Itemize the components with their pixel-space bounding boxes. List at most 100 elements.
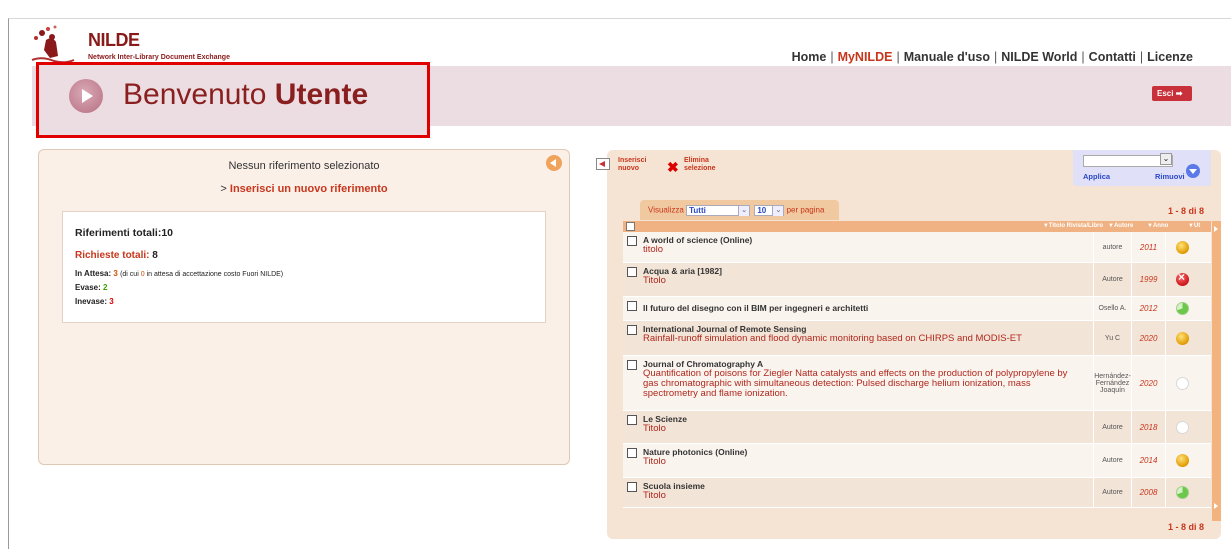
table-row[interactable]: Le Scienze Titolo Autore 2018: [623, 411, 1211, 444]
nav-separator: |: [1139, 50, 1144, 64]
scroll-arrow-icon[interactable]: [1214, 503, 1218, 509]
delete-selection-button[interactable]: Elimina selezione: [684, 157, 716, 173]
nav-manuale[interactable]: Manuale d'uso: [904, 50, 990, 64]
nav-home[interactable]: Home: [792, 50, 827, 64]
row-checkbox[interactable]: [627, 267, 637, 277]
sort-author-column[interactable]: ▼Autore: [1108, 223, 1133, 229]
row-author: Hernández-Fernández Joaquín: [1093, 356, 1131, 410]
apply-filter-button[interactable]: Applica: [1083, 172, 1110, 181]
pending-note: (di cui 0 in attesa di accettazione cost…: [120, 271, 283, 278]
stats-box: Riferimenti totali:10 Richieste totali: …: [62, 211, 546, 323]
status-fulfilled-icon[interactable]: [1176, 486, 1189, 499]
status-rejected-icon[interactable]: [1176, 270, 1189, 286]
fulfilled-label: Evase:: [75, 283, 101, 292]
status-pending-icon[interactable]: [1176, 454, 1189, 467]
row-checkbox[interactable]: [627, 415, 637, 425]
row-title[interactable]: A world of science (Online): [643, 235, 1085, 245]
show-label: Visualizza: [648, 205, 684, 215]
row-checkbox[interactable]: [627, 448, 637, 458]
table-row[interactable]: Acqua & aria [1982] Titolo Autore 1999: [623, 263, 1211, 297]
row-checkbox[interactable]: [627, 236, 637, 246]
logo-subtitle: Network Inter-Library Document Exchange: [88, 54, 230, 61]
row-author: autore: [1093, 232, 1131, 262]
insert-new-icon[interactable]: [596, 158, 610, 170]
insert-line2: nuovo: [618, 165, 639, 172]
status-pending-icon[interactable]: [1176, 331, 1189, 345]
new-reference-link[interactable]: Inserisci un nuovo riferimento: [230, 183, 388, 195]
table-row[interactable]: International Journal of Remote Sensing R…: [623, 321, 1211, 356]
row-subtitle: Quantification of poisons for Ziegler Na…: [643, 368, 1068, 399]
row-year: 2012: [1131, 297, 1165, 320]
row-title[interactable]: Acqua & aria [1982]: [643, 266, 1085, 276]
nilde-logo-icon[interactable]: [28, 24, 78, 64]
nav-nilde-world[interactable]: NILDE World: [1001, 50, 1077, 64]
fulfilled-stat: Evase: 2: [75, 283, 107, 292]
collapse-panel-icon[interactable]: [546, 155, 562, 171]
show-filter-value: Tutti: [689, 206, 706, 215]
unfulfilled-label: Inevase:: [75, 297, 108, 306]
scroll-arrow-icon[interactable]: [1214, 226, 1218, 232]
row-year: 2020: [1131, 321, 1165, 355]
arrow-right-icon: ➡: [1175, 89, 1183, 98]
status-fulfilled-icon[interactable]: [1176, 302, 1189, 315]
table-row[interactable]: Nature photonics (Online) Titolo Autore 2…: [623, 444, 1211, 478]
filter-toggle-icon[interactable]: [1186, 164, 1200, 178]
logout-button[interactable]: Esci ➡: [1152, 86, 1192, 101]
row-status: [1165, 321, 1199, 355]
table-row[interactable]: Journal of Chromatography A Quantificatio…: [623, 356, 1211, 411]
row-checkbox[interactable]: [627, 301, 637, 311]
row-title[interactable]: Nature photonics (Online): [643, 447, 1085, 457]
filter-box: Applica Rimuovi: [1073, 150, 1211, 186]
row-checkbox[interactable]: [627, 325, 637, 335]
row-status: [1165, 444, 1199, 477]
row-author: Autore: [1093, 478, 1131, 507]
row-year: 2011: [1131, 232, 1165, 262]
nav-separator: |: [1081, 50, 1085, 64]
row-title[interactable]: Le Scienze: [643, 414, 1085, 424]
top-navigation: Home | MyNILDE | Manuale d'uso | NILDE World | C…: [792, 50, 1193, 64]
row-subtitle: Rainfall-runoff simulation and flood dyn…: [643, 333, 1022, 344]
row-author: Osello A.: [1093, 297, 1131, 320]
per-page-select[interactable]: 10 ⌄: [754, 205, 785, 216]
insert-new-button[interactable]: Inserisci nuovo: [618, 157, 646, 173]
table-row[interactable]: Il futuro del disegno con il BIM per ing…: [623, 297, 1211, 321]
remove-filter-button[interactable]: Rimuovi: [1155, 172, 1185, 181]
scrollbar[interactable]: [1212, 221, 1221, 521]
no-selection-text: Nessun riferimento selezionato: [228, 160, 380, 172]
table-row[interactable]: A world of science (Online) titolo autore…: [623, 232, 1211, 263]
table-row[interactable]: Scuola insieme Titolo Autore 2008: [623, 478, 1211, 508]
nav-mynilde[interactable]: MyNILDE: [838, 50, 893, 64]
chevron-down-icon: ⌄: [738, 206, 750, 216]
welcome-banner: Benvenuto Utente: [36, 62, 430, 138]
row-checkbox[interactable]: [627, 360, 637, 370]
row-subtitle: Titolo: [643, 423, 666, 434]
sort-title-column[interactable]: ▼Titolo Rivista/Libro: [1043, 223, 1103, 229]
row-checkbox[interactable]: [627, 482, 637, 492]
pending-note-value: 0: [140, 271, 145, 278]
status-column-label: Ut: [1193, 223, 1201, 229]
row-status: [1165, 411, 1199, 443]
nav-separator: |: [896, 50, 900, 64]
view-options: Visualizza Tutti ⌄ 10 ⌄ per pagina: [640, 200, 839, 220]
unfulfilled-value: 3: [109, 297, 114, 306]
new-reference-link-row: > Inserisci un nuovo riferimento: [39, 183, 569, 195]
status-pending-icon[interactable]: [1176, 240, 1189, 254]
nav-contatti[interactable]: Contatti: [1089, 50, 1136, 64]
show-filter-select[interactable]: Tutti ⌄: [686, 205, 751, 216]
filter-select[interactable]: [1083, 153, 1173, 167]
insert-line1: Inserisci: [618, 157, 647, 164]
row-author: Yu C: [1093, 321, 1131, 355]
sort-year-column[interactable]: ▼Anno: [1147, 223, 1168, 229]
row-title[interactable]: Scuola insieme: [643, 481, 1085, 491]
per-page-value: 10: [757, 206, 767, 215]
pending-stat: In Attesa: 3 (di cui 0 in attesa di acce…: [75, 269, 283, 278]
row-title[interactable]: Il futuro del disegno con il BIM per ing…: [643, 300, 1085, 313]
status-empty-icon[interactable]: [1176, 420, 1189, 434]
status-empty-icon[interactable]: [1176, 376, 1189, 390]
sort-status-column[interactable]: ▼Ut: [1188, 223, 1200, 229]
requests-value: 8: [152, 250, 158, 261]
select-all-checkbox[interactable]: [626, 222, 635, 231]
nav-licenze[interactable]: Licenze: [1147, 50, 1193, 64]
row-author: Autore: [1093, 263, 1131, 296]
delete-icon[interactable]: ✖: [667, 160, 679, 174]
